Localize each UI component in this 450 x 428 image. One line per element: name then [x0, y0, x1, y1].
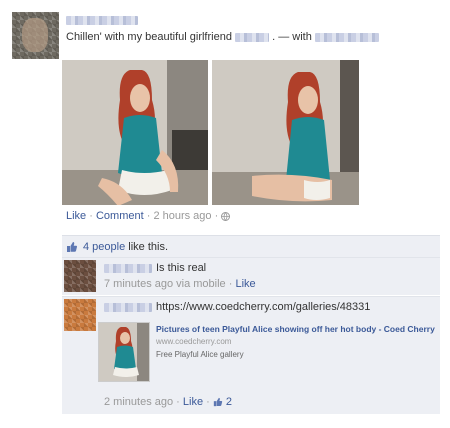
post-photo-1[interactable] — [62, 60, 208, 205]
likers-link[interactable]: 4 people — [83, 241, 125, 253]
with-text: . — with — [272, 31, 312, 43]
separator-dot: · — [225, 278, 236, 290]
separator-dot: · — [203, 396, 213, 408]
status-line: Chillen' with my beautiful girlfriend . … — [66, 31, 379, 43]
separator-dot: · — [173, 396, 183, 408]
link-preview-title[interactable]: Pictures of teen Playful Alice showing o… — [156, 324, 441, 334]
photo-2-graphic — [212, 60, 359, 205]
comment-link[interactable]: Comment — [96, 210, 144, 222]
photo-1-graphic — [62, 60, 208, 205]
likes-row: 4 people like this. — [62, 235, 440, 257]
separator-dot: · — [86, 210, 96, 222]
commenter-2-avatar[interactable] — [64, 299, 96, 331]
with-name[interactable] — [314, 32, 379, 42]
comment-1-time[interactable]: 7 minutes ago via mobile — [104, 278, 226, 290]
separator-dot: · — [211, 210, 222, 222]
poster-name[interactable] — [66, 16, 138, 25]
status-text: Chillen' with my beautiful girlfriend — [66, 31, 232, 43]
post-time[interactable]: 2 hours ago — [153, 210, 211, 222]
thumbnail-graphic — [99, 323, 149, 381]
commenter-2-name[interactable] — [104, 303, 152, 312]
thumbs-up-icon — [66, 241, 78, 253]
link-preview-domain: www.coedcherry.com — [156, 337, 232, 346]
likes-text: like this. — [128, 241, 169, 253]
link-preview-description: Free Playful Alice gallery — [156, 350, 244, 359]
comment-2-time[interactable]: 2 minutes ago — [104, 396, 173, 408]
globe-icon — [221, 211, 231, 221]
comment-1-text: Is this real — [156, 262, 207, 274]
comment-2-like-count[interactable]: 2 — [226, 396, 232, 408]
tagged-name[interactable] — [235, 32, 270, 42]
comment-2-like[interactable]: Like — [183, 396, 203, 408]
post-photo-2[interactable] — [212, 60, 359, 205]
separator-dot: · — [143, 210, 154, 222]
commenter-1-name[interactable] — [104, 264, 152, 273]
poster-avatar[interactable] — [12, 12, 59, 59]
comment-1: Is this real 7 minutes ago via mobile · … — [62, 257, 440, 295]
post-actions: Like · Comment · 2 hours ago · — [66, 210, 231, 222]
link-preview[interactable]: Pictures of teen Playful Alice showing o… — [98, 322, 438, 385]
like-link[interactable]: Like — [66, 210, 86, 222]
link-preview-thumbnail[interactable] — [98, 322, 150, 382]
comment-2-url[interactable]: https://www.coedcherry.com/galleries/483… — [156, 301, 370, 313]
comment-2: https://www.coedcherry.com/galleries/483… — [62, 296, 440, 414]
comment-1-like[interactable]: Like — [235, 278, 255, 290]
thumbs-up-icon — [213, 397, 223, 407]
avatar-face — [22, 18, 48, 52]
commenter-1-avatar[interactable] — [64, 260, 96, 292]
